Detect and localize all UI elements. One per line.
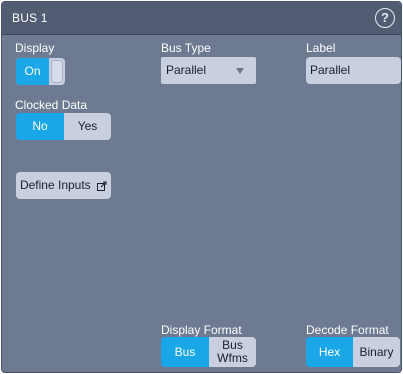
clocked-data-yes-button[interactable]: Yes (64, 113, 111, 140)
display-toggle[interactable]: On (16, 58, 65, 85)
panel-title: BUS 1 (12, 11, 48, 25)
display-label: Display (15, 41, 55, 55)
clocked-data-no-button[interactable]: No (16, 113, 64, 140)
decode-format-binary-button[interactable]: Binary (353, 337, 400, 367)
clocked-data-label: Clocked Data (15, 98, 88, 112)
decode-format-hex-button[interactable]: Hex (306, 337, 353, 367)
bus-type-dropdown[interactable]: Parallel (161, 57, 256, 84)
display-format-label: Display Format (161, 323, 242, 337)
define-inputs-button[interactable]: Define Inputs (16, 172, 111, 199)
define-inputs-label: Define Inputs (19, 178, 91, 192)
help-icon[interactable]: ? (375, 8, 395, 28)
label-input[interactable]: Parallel (306, 57, 401, 84)
display-toggle-on: On (16, 58, 49, 85)
display-format-bus-wfms-button[interactable]: Bus Wfms (209, 337, 256, 367)
bus-type-label: Bus Type (161, 41, 211, 55)
decode-format-label: Decode Format (306, 323, 389, 337)
display-format-bus-button[interactable]: Bus (161, 337, 209, 367)
external-link-icon (97, 181, 107, 191)
toggle-knob (51, 60, 63, 83)
titlebar: BUS 1 ? (2, 2, 401, 35)
bus-config-panel: BUS 1 ? Display On Bus Type Parallel Lab… (1, 1, 402, 373)
dropdown-arrow-icon (236, 68, 244, 74)
bus-type-value: Parallel (166, 63, 207, 77)
label-field-label: Label (306, 41, 336, 55)
